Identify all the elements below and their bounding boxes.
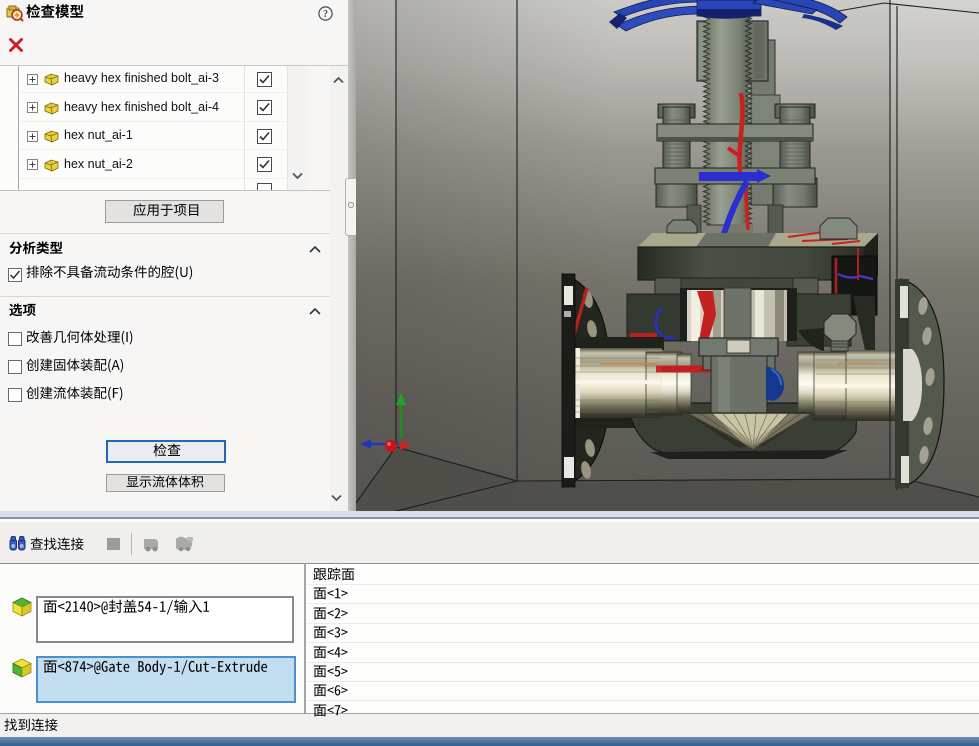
svg-text:?: ? [323,9,328,20]
